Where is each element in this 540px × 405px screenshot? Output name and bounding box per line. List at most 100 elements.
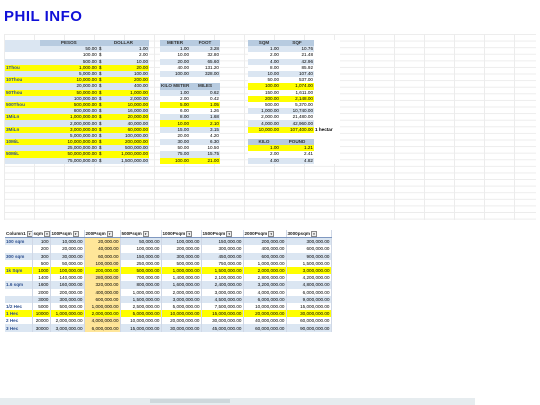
- table-cell[interactable]: 1,500,000.00: [201, 266, 244, 275]
- table-cell[interactable]: 150,000.00: [201, 237, 244, 246]
- table-cell[interactable]: 3,200,000.00: [243, 281, 287, 289]
- table-cell[interactable]: 300,000.00: [286, 237, 332, 246]
- table-cell[interactable]: 200,000.00: [243, 237, 287, 246]
- dropdown-arrow-icon[interactable]: ▾: [268, 230, 275, 237]
- pound-value[interactable]: 4.82: [280, 157, 314, 164]
- table-cell[interactable]: 2,000,000.00: [243, 266, 287, 275]
- table-cell[interactable]: 2,000,000.00: [84, 310, 121, 318]
- table-cell[interactable]: 3,000,000.00: [161, 295, 202, 303]
- table-cell[interactable]: 30,000,000.00: [286, 310, 332, 318]
- table-cell[interactable]: 1,000,000.00: [161, 266, 202, 275]
- column-header[interactable]: 200Psqm ▾: [84, 230, 121, 239]
- table-cell[interactable]: 1400: [32, 274, 51, 282]
- table-cell[interactable]: 6,000,000.00: [286, 288, 332, 296]
- table-cell[interactable]: 300: [32, 252, 51, 260]
- dropdown-arrow-icon[interactable]: ▾: [72, 230, 79, 237]
- table-cell[interactable]: 140,000.00: [50, 274, 85, 282]
- table-cell[interactable]: 10,000,000.00: [120, 317, 162, 325]
- table-cell[interactable]: 1,000,000.00: [84, 302, 121, 311]
- column-header[interactable]: 2000Psqm ▾: [243, 230, 287, 239]
- table-cell[interactable]: 100,000.00: [84, 259, 121, 267]
- table-cell[interactable]: 160,000.00: [50, 281, 85, 289]
- table-cell[interactable]: 60,000.00: [84, 252, 121, 260]
- table-cell[interactable]: 3,000,000.00: [201, 288, 244, 296]
- row-label[interactable]: 1 Hec: [5, 310, 33, 318]
- column-header[interactable]: Column1 ▾: [5, 230, 33, 239]
- row-label[interactable]: [5, 245, 33, 253]
- column-header[interactable]: 500Psqm ▾: [120, 230, 162, 239]
- table-cell[interactable]: 200: [32, 245, 51, 253]
- kilometer-value[interactable]: 100.00: [160, 157, 190, 164]
- table-cell[interactable]: 9,000,000.00: [286, 295, 332, 303]
- taskbar-item[interactable]: [150, 399, 230, 403]
- table-cell[interactable]: 900,000.00: [286, 252, 332, 260]
- table-cell[interactable]: 300,000.00: [161, 252, 202, 260]
- dropdown-arrow-icon[interactable]: ▾: [310, 230, 317, 237]
- table-cell[interactable]: 1,400,000.00: [161, 274, 202, 282]
- table-cell[interactable]: 700,000.00: [120, 274, 162, 282]
- table-cell[interactable]: 2,100,000.00: [201, 274, 244, 282]
- table-cell[interactable]: 600,000.00: [84, 295, 121, 303]
- row-label[interactable]: 1/2 Hec: [5, 302, 33, 311]
- table-cell[interactable]: 1,000,000.00: [120, 288, 162, 296]
- table-cell[interactable]: 4,800,000.00: [286, 281, 332, 289]
- table-cell[interactable]: 1000: [32, 266, 51, 275]
- table-cell[interactable]: 3000: [32, 295, 51, 303]
- kilometer-header[interactable]: KILO METER: [160, 83, 190, 90]
- dropdown-arrow-icon[interactable]: ▾: [226, 230, 233, 237]
- table-cell[interactable]: 15,000,000.00: [286, 302, 332, 311]
- table-cell[interactable]: 4,500,000.00: [201, 295, 244, 303]
- table-cell[interactable]: 250,000.00: [120, 259, 162, 267]
- table-cell[interactable]: 400,000.00: [84, 288, 121, 296]
- table-cell[interactable]: 400,000.00: [243, 245, 287, 253]
- table-cell[interactable]: 2,000,000.00: [161, 288, 202, 296]
- table-cell[interactable]: 5,000,000.00: [161, 302, 202, 311]
- table-cell[interactable]: 30,000.00: [50, 252, 85, 260]
- table-cell[interactable]: 500,000.00: [161, 259, 202, 267]
- row-label[interactable]: 100 sqm: [5, 237, 33, 246]
- table-cell[interactable]: 300,000.00: [50, 295, 85, 303]
- table-cell[interactable]: 320,000.00: [84, 281, 121, 289]
- table-cell[interactable]: 500,000.00: [50, 302, 85, 311]
- kilo-value[interactable]: 4.00: [248, 157, 280, 164]
- table-cell[interactable]: 100,000.00: [120, 245, 162, 253]
- table-cell[interactable]: 50,000.00: [50, 259, 85, 267]
- row-label[interactable]: [5, 274, 33, 282]
- table-cell[interactable]: 2,000,000.00: [50, 317, 85, 325]
- dollar-sign[interactable]: $: [97, 157, 105, 164]
- table-cell[interactable]: 4,200,000.00: [286, 274, 332, 282]
- table-cell[interactable]: 200,000.00: [84, 266, 121, 275]
- row-label[interactable]: 1k Sqm: [5, 266, 33, 275]
- table-cell[interactable]: 300,000.00: [201, 245, 244, 253]
- table-cell[interactable]: 30000: [32, 324, 51, 332]
- table-cell[interactable]: 600,000.00: [286, 245, 332, 253]
- column-header[interactable]: 1000Psqm ▾: [161, 230, 202, 239]
- table-cell[interactable]: 6,000,000.00: [84, 324, 121, 332]
- column-header[interactable]: 100Psqm ▾: [50, 230, 85, 239]
- table-cell[interactable]: 1600: [32, 281, 51, 289]
- table-cell[interactable]: 500: [32, 259, 51, 267]
- table-cell[interactable]: 40,000.00: [84, 245, 121, 253]
- table-cell[interactable]: 1,500,000.00: [286, 259, 332, 267]
- table-cell[interactable]: 20,000,000.00: [161, 317, 202, 325]
- table-cell[interactable]: 500,000.00: [120, 266, 162, 275]
- table-cell[interactable]: 1,500,000.00: [120, 295, 162, 303]
- row-label[interactable]: 2 Hec: [5, 317, 33, 325]
- row-label[interactable]: 1.6 sqm: [5, 281, 33, 289]
- column-header[interactable]: 3000psqm ▾: [286, 230, 332, 239]
- table-cell[interactable]: 150,000.00: [120, 252, 162, 260]
- table-cell[interactable]: 280,000.00: [84, 274, 121, 282]
- table-cell[interactable]: 20000: [32, 317, 51, 325]
- table-cell[interactable]: 1,600,000.00: [161, 281, 202, 289]
- table-cell[interactable]: 2,800,000.00: [243, 274, 287, 282]
- table-cell[interactable]: 3,000,000.00: [286, 266, 332, 275]
- row-label[interactable]: [5, 295, 33, 303]
- table-cell[interactable]: 200,000.00: [50, 288, 85, 296]
- dropdown-arrow-icon[interactable]: ▾: [26, 230, 31, 237]
- table-cell[interactable]: 10,000.00: [50, 237, 85, 246]
- row-label[interactable]: 300 sqm: [5, 252, 33, 260]
- table-cell[interactable]: 6,000,000.00: [243, 295, 287, 303]
- table-cell[interactable]: 15,000,000.00: [201, 310, 244, 318]
- column-header[interactable]: sqm ▾: [32, 230, 51, 239]
- row-label[interactable]: [5, 259, 33, 267]
